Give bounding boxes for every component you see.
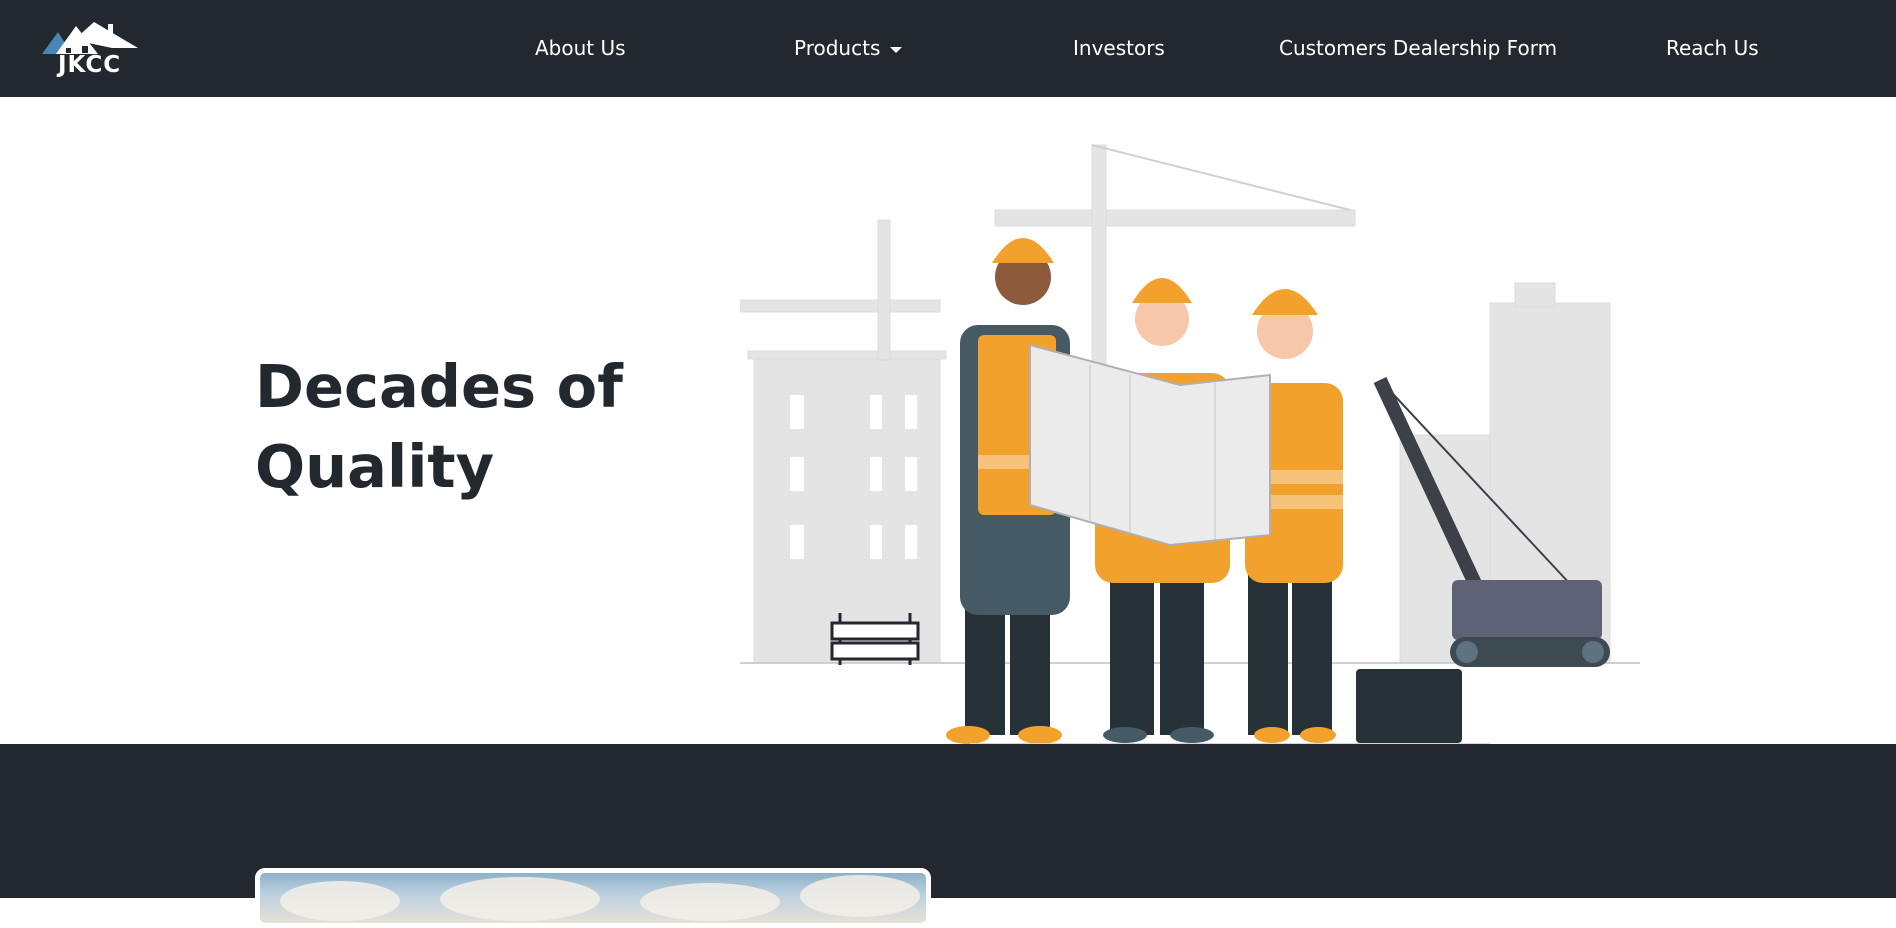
chevron-down-icon: [890, 46, 903, 53]
briefcase: [1356, 669, 1462, 743]
sky-photo-card: [255, 868, 931, 928]
nav-investors[interactable]: Investors: [1073, 34, 1165, 62]
nav-products[interactable]: Products: [794, 34, 903, 62]
construction-workers-illustration: [740, 144, 1640, 745]
nav-customers-dealership-form[interactable]: Customers Dealership Form: [1279, 34, 1557, 62]
brand-logo-text: JKCC: [58, 52, 122, 78]
brand-logo[interactable]: JKCC: [42, 18, 142, 82]
hero-section: Decades of Quality: [0, 97, 1896, 745]
hero-title: Decades of Quality: [255, 347, 675, 507]
nav-about-us[interactable]: About Us: [535, 34, 626, 62]
dark-content-section: [0, 744, 1896, 928]
top-navbar: JKCC About Us Products Investors Custome…: [0, 0, 1896, 97]
nav-products-label: Products: [794, 36, 881, 60]
hero-title-line2: Quality: [255, 432, 495, 501]
hero-title-line1: Decades of: [255, 352, 623, 421]
nav-reach-us[interactable]: Reach Us: [1666, 34, 1759, 62]
